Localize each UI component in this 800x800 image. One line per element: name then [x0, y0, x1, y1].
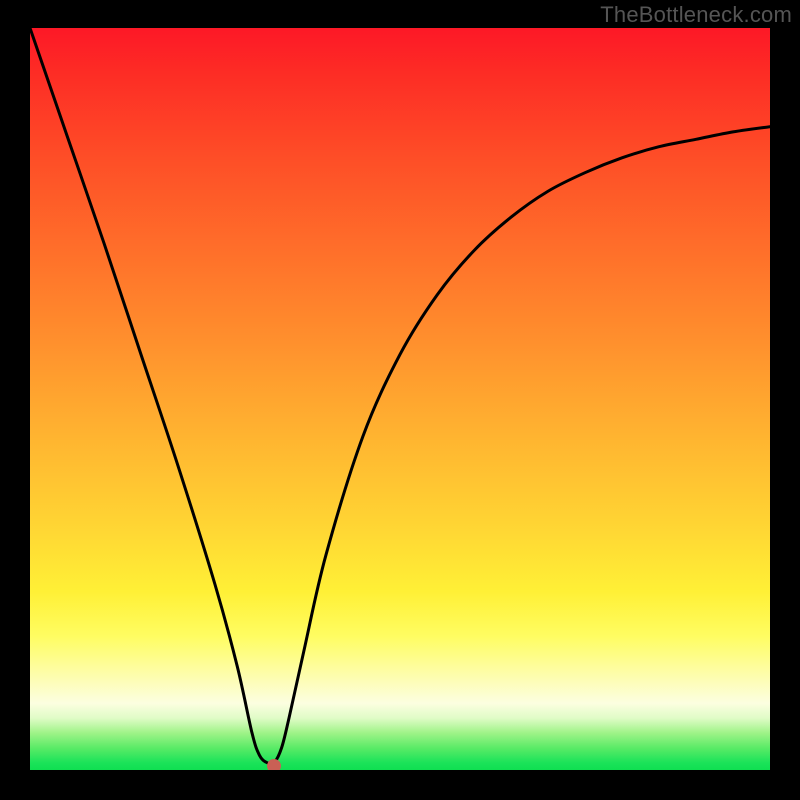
minimum-marker — [267, 759, 281, 770]
bottleneck-curve — [30, 28, 770, 764]
chart-frame: TheBottleneck.com — [0, 0, 800, 800]
curve-svg — [30, 28, 770, 770]
plot-area — [30, 28, 770, 770]
watermark-text: TheBottleneck.com — [600, 2, 792, 28]
